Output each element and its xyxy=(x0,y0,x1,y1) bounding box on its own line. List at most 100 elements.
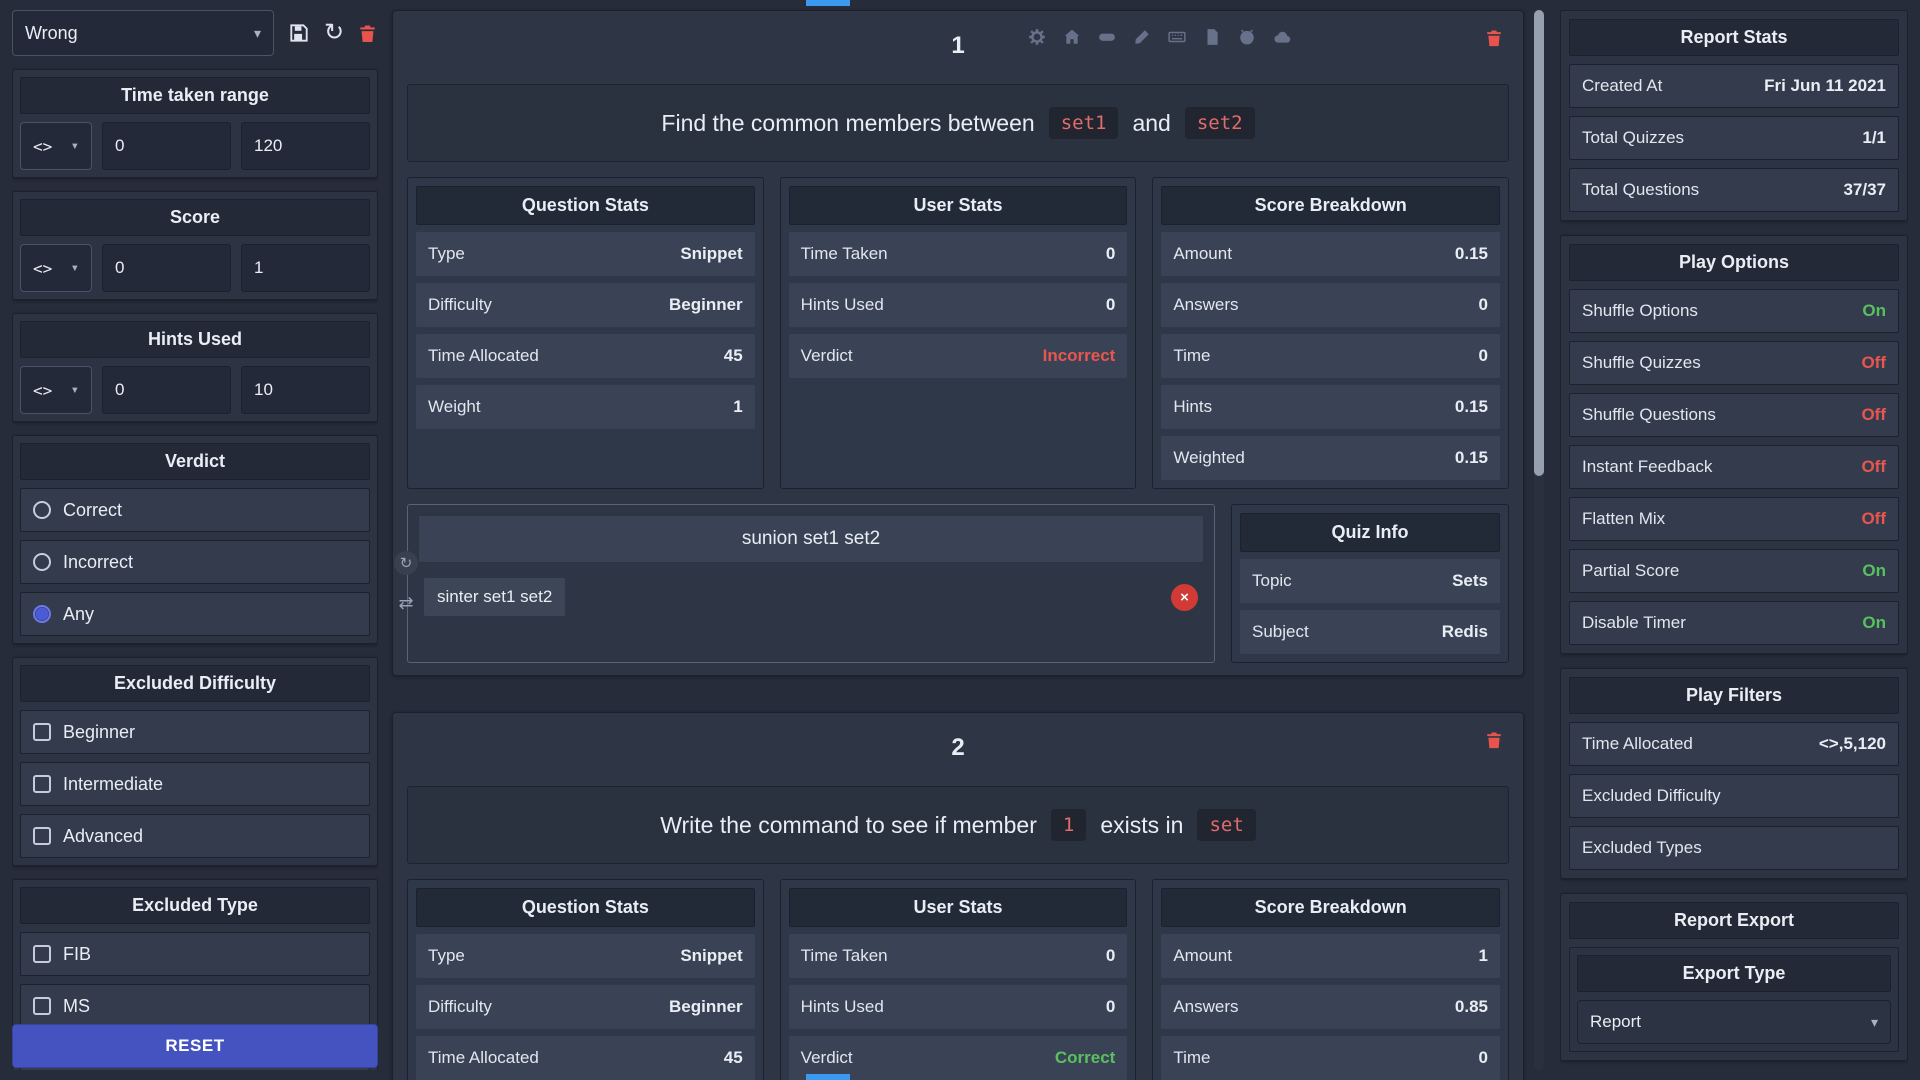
question-card-2: 2 Write the command to see if member 1 e… xyxy=(392,712,1524,1080)
excluded-difficulty-beginner[interactable]: Beginner xyxy=(20,710,370,754)
radio-icon xyxy=(33,501,51,519)
range-min-input[interactable] xyxy=(102,122,231,170)
play-option-row: Instant FeedbackOff xyxy=(1569,445,1899,489)
panel-title: Score Breakdown xyxy=(1161,888,1500,927)
verdict-option-correct[interactable]: Correct xyxy=(20,488,370,532)
panel-title: User Stats xyxy=(789,186,1128,225)
report-stats-card: Report Stats Created AtFri Jun 11 2021 T… xyxy=(1560,10,1908,221)
stat-row: Amount1 xyxy=(1161,934,1500,978)
questions-scrollbar[interactable] xyxy=(1534,10,1544,1070)
excluded-type-ms[interactable]: MS xyxy=(20,984,370,1028)
scrollbar-thumb[interactable] xyxy=(1534,10,1544,476)
stat-row: SubjectRedis xyxy=(1240,610,1500,654)
play-filter-row: Excluded Difficulty xyxy=(1569,774,1899,818)
answer-gutter: ↻ ⇄ xyxy=(394,551,418,615)
export-type-title: Export Type xyxy=(1577,955,1891,992)
checkbox-icon xyxy=(33,723,51,741)
verdict-value: Incorrect xyxy=(1043,346,1116,366)
play-filter-row: Time Allocated<>,5,120 xyxy=(1569,722,1899,766)
stat-row: Answers0.85 xyxy=(1161,985,1500,1029)
question-number: 2 xyxy=(951,734,964,762)
delete-question-icon[interactable] xyxy=(1485,731,1503,749)
delete-question-icon[interactable] xyxy=(1485,29,1503,47)
refresh-icon[interactable]: ↻ xyxy=(324,21,344,45)
play-filters-card: Play Filters Time Allocated<>,5,120 Excl… xyxy=(1560,668,1908,879)
verdict-option-incorrect[interactable]: Incorrect xyxy=(20,540,370,584)
panel-title: Score Breakdown xyxy=(1161,186,1500,225)
question-prompt: Write the command to see if member 1 exi… xyxy=(407,786,1509,864)
github-icon[interactable] xyxy=(1237,27,1256,46)
filter-title: Hints Used xyxy=(20,321,370,358)
stat-row: VerdictIncorrect xyxy=(789,334,1128,378)
question-prompt: Find the common members between set1 and… xyxy=(407,84,1509,162)
reset-button[interactable]: RESET xyxy=(12,1024,378,1068)
stat-row: Answers0 xyxy=(1161,283,1500,327)
code-chip: set2 xyxy=(1185,107,1255,139)
panel-title: Question Stats xyxy=(416,186,755,225)
range-min-input[interactable] xyxy=(102,366,231,414)
trash-icon[interactable] xyxy=(358,24,377,43)
cloud-upload-icon[interactable] xyxy=(1272,27,1291,46)
question-card-1: 1 xyxy=(392,10,1524,676)
excluded-difficulty-intermediate[interactable]: Intermediate xyxy=(20,762,370,806)
checkbox-icon xyxy=(33,997,51,1015)
gamepad-icon[interactable] xyxy=(1097,27,1116,46)
play-option-row: Shuffle QuestionsOff xyxy=(1569,393,1899,437)
verdict-value: Correct xyxy=(1055,1048,1115,1068)
settings-icon[interactable] xyxy=(1027,27,1046,46)
user-stats-panel: User Stats Time Taken0 Hints Used0 Verdi… xyxy=(780,177,1137,489)
play-option-row: Flatten MixOff xyxy=(1569,497,1899,541)
home-icon[interactable] xyxy=(1062,27,1081,46)
edit-icon[interactable] xyxy=(1132,27,1151,46)
file-icon[interactable] xyxy=(1202,27,1221,46)
keyboard-icon[interactable] xyxy=(1167,27,1186,46)
range-max-input[interactable] xyxy=(241,122,370,170)
play-option-row: Disable TimerOn xyxy=(1569,601,1899,645)
excluded-type-fib[interactable]: FIB xyxy=(20,932,370,976)
swap-icon[interactable]: ⇄ xyxy=(394,591,418,615)
operator-select[interactable]: <> ▾ xyxy=(20,244,92,292)
panel-title: Question Stats xyxy=(416,888,755,927)
question-stats-panel: Question Stats TypeSnippet DifficultyBeg… xyxy=(407,177,764,489)
scroll-indicator-top xyxy=(806,0,850,6)
stat-row: TypeSnippet xyxy=(416,232,755,276)
stat-row: DifficultyBeginner xyxy=(416,985,755,1029)
preset-select[interactable]: Wrong ▾ xyxy=(12,10,274,56)
save-icon[interactable] xyxy=(288,22,310,44)
chevron-down-icon: ▾ xyxy=(71,260,79,276)
stat-row: Time0 xyxy=(1161,334,1500,378)
stat-row: Weight1 xyxy=(416,385,755,429)
scroll-indicator-bottom xyxy=(806,1074,850,1080)
score-breakdown-panel: Score Breakdown Amount0.15 Answers0 Time… xyxy=(1152,177,1509,489)
filter-title: Excluded Type xyxy=(20,887,370,924)
range-max-input[interactable] xyxy=(241,244,370,292)
export-type-select[interactable]: Report ▾ xyxy=(1577,1000,1891,1044)
question-stats-panel: Question Stats TypeSnippet DifficultyBeg… xyxy=(407,879,764,1080)
radio-icon xyxy=(33,553,51,571)
excluded-difficulty-advanced[interactable]: Advanced xyxy=(20,814,370,858)
stat-row: Time Allocated45 xyxy=(416,334,755,378)
preset-select-value: Wrong xyxy=(25,23,78,44)
section-title: Play Options xyxy=(1569,244,1899,281)
answer-section: ↻ ⇄ sunion set1 set2 sinter set1 set2 × … xyxy=(407,504,1509,663)
user-answer: sinter set1 set2 xyxy=(424,578,565,616)
range-max-input[interactable] xyxy=(241,366,370,414)
stat-row: Hints Used0 xyxy=(789,985,1128,1029)
filter-score: Score <> ▾ xyxy=(12,191,378,300)
checkbox-icon xyxy=(33,775,51,793)
filter-title: Verdict xyxy=(20,443,370,480)
correct-answer: sunion set1 set2 xyxy=(418,515,1204,563)
operator-select[interactable]: <> ▾ xyxy=(20,122,92,170)
checkbox-icon xyxy=(33,945,51,963)
verdict-option-any[interactable]: Any xyxy=(20,592,370,636)
stat-row: Hints Used0 xyxy=(789,283,1128,327)
report-sidebar: Report Stats Created AtFri Jun 11 2021 T… xyxy=(1560,10,1908,1070)
report-stat-row: Created AtFri Jun 11 2021 xyxy=(1569,64,1899,108)
export-type-group: Export Type Report ▾ xyxy=(1569,947,1899,1052)
play-filter-row: Excluded Types xyxy=(1569,826,1899,870)
history-icon[interactable]: ↻ xyxy=(394,551,418,575)
operator-select[interactable]: <> ▾ xyxy=(20,366,92,414)
report-export-card: Report Export Export Type Report ▾ xyxy=(1560,893,1908,1061)
range-min-input[interactable] xyxy=(102,244,231,292)
stat-row: Amount0.15 xyxy=(1161,232,1500,276)
